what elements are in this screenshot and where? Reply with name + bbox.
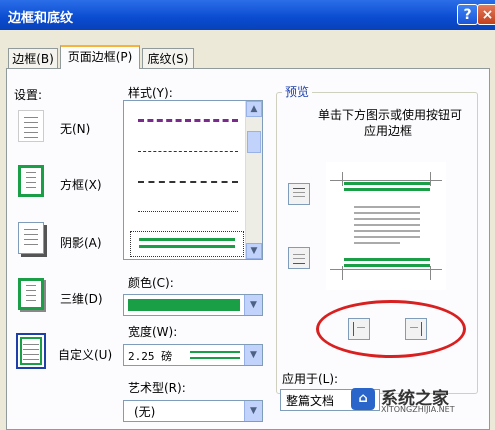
tab-shading[interactable]: 底纹(S) — [142, 48, 194, 68]
color-label: 颜色(C): — [128, 276, 174, 290]
setting-none-icon[interactable] — [18, 110, 44, 142]
setting-custom-label[interactable]: 自定义(U) — [58, 346, 112, 363]
right-border-button[interactable] — [405, 318, 427, 340]
preview-instruction-2: 应用边框 — [364, 124, 413, 138]
style-option-dashed[interactable] — [138, 151, 238, 152]
settings-label: 设置: — [14, 88, 43, 102]
color-dropdown[interactable]: ▼ — [123, 294, 263, 316]
scroll-thumb[interactable] — [247, 131, 261, 153]
art-label: 艺术型(R): — [128, 381, 186, 395]
preview-title: 预览 — [282, 83, 313, 100]
annotation-circle — [316, 300, 466, 358]
preview-top-border[interactable] — [344, 182, 430, 185]
apply-to-value: 整篇文档 — [286, 394, 335, 408]
watermark-url: XITONGZHIJIA.NET — [381, 405, 455, 414]
art-value: (无) — [134, 405, 156, 419]
chevron-down-icon[interactable]: ▼ — [244, 295, 262, 315]
close-button[interactable]: × — [477, 4, 495, 25]
preview-page[interactable] — [326, 162, 446, 290]
preview-bottom-border[interactable] — [344, 258, 430, 261]
style-list-scrollbar[interactable]: ▲ ▼ — [245, 101, 262, 259]
color-swatch — [128, 299, 240, 311]
chevron-down-icon[interactable]: ▼ — [244, 401, 262, 421]
setting-3d-icon[interactable] — [18, 278, 44, 310]
title-bar: 边框和底纹 ? × — [0, 0, 495, 30]
dialog-title: 边框和底纹 — [8, 11, 74, 26]
width-line-top — [190, 351, 240, 353]
setting-box-label[interactable]: 方框(X) — [60, 176, 102, 193]
style-option-dash-dot[interactable] — [138, 181, 238, 183]
art-dropdown[interactable]: (无) ▼ — [123, 400, 263, 422]
style-option-dashed-purple[interactable] — [138, 119, 238, 122]
tab-borders[interactable]: 边框(B) — [8, 48, 58, 68]
preview-bottom-border-inner[interactable] — [344, 264, 430, 267]
tab-page-border[interactable]: 页面边框(P) — [60, 45, 140, 69]
bottom-border-button[interactable] — [288, 247, 310, 269]
style-option-selected[interactable] — [130, 231, 244, 257]
width-label: 宽度(W): — [128, 325, 178, 339]
width-value: 2.25 磅 — [128, 350, 173, 363]
preview-top-border-inner[interactable] — [344, 188, 430, 191]
preview-instruction-1: 单击下方图示或使用按钮可 — [318, 108, 463, 122]
help-button[interactable]: ? — [457, 4, 478, 25]
watermark-logo-icon: ⌂ — [351, 388, 375, 410]
setting-none-label[interactable]: 无(N) — [60, 120, 90, 137]
scroll-up-icon[interactable]: ▲ — [246, 101, 262, 117]
setting-shadow-label[interactable]: 阴影(A) — [60, 234, 102, 251]
width-dropdown[interactable]: 2.25 磅 ▼ — [123, 344, 263, 366]
style-label: 样式(Y): — [128, 86, 173, 100]
style-list[interactable]: ▲ ▼ — [123, 100, 263, 260]
setting-custom-icon[interactable] — [16, 333, 46, 369]
chevron-down-icon[interactable]: ▼ — [244, 345, 262, 365]
scroll-down-icon[interactable]: ▼ — [246, 243, 262, 259]
top-border-button[interactable] — [288, 183, 310, 205]
watermark: ⌂ 系统之家 XITONGZHIJIA.NET — [345, 382, 495, 418]
width-line-bottom — [190, 357, 240, 359]
setting-box-icon[interactable] — [18, 165, 44, 197]
left-border-button[interactable] — [348, 318, 370, 340]
apply-to-label: 应用于(L): — [282, 372, 339, 386]
setting-shadow-icon[interactable] — [18, 222, 44, 254]
style-option-dotted[interactable] — [138, 211, 238, 212]
setting-3d-label[interactable]: 三维(D) — [60, 290, 103, 307]
